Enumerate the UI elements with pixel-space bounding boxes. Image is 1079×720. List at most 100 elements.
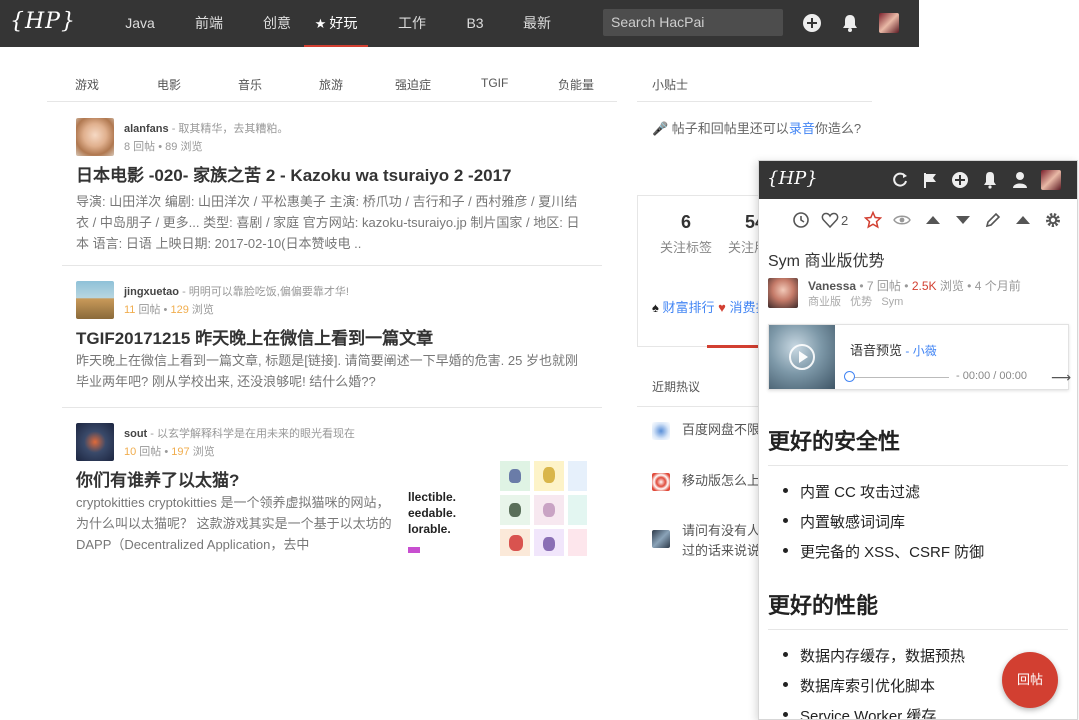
panel-article-title[interactable]: Sym 商业版优势 <box>768 247 884 271</box>
nav-fun[interactable]: ★ 好玩 <box>304 0 368 47</box>
plus-circle-icon[interactable] <box>951 171 969 189</box>
reply-count: 11 <box>124 304 136 316</box>
audio-by-prefix: - <box>902 344 913 358</box>
article-item[interactable]: jingxuetao - 明明可以靠脸吃饭,偏偏要靠才华! 11 回帖 • 12… <box>62 281 602 401</box>
reply-label: 回帖 • <box>136 446 172 458</box>
nav-frontend[interactable]: 前端 <box>187 0 231 47</box>
kitty-icon <box>543 503 555 517</box>
kitty-icon <box>509 469 521 483</box>
tab-music[interactable]: 音乐 <box>238 76 262 93</box>
tab-movies[interactable]: 电影 <box>157 76 181 93</box>
view-label: 浏览 <box>936 279 964 293</box>
user-admin-icon[interactable] <box>1011 171 1029 189</box>
meta-separator: • <box>856 279 867 293</box>
star-icon[interactable] <box>864 211 882 229</box>
author-name[interactable]: Vanessa <box>808 279 856 293</box>
audio-progress-knob[interactable] <box>844 371 855 382</box>
tip-text-before: 🎤 帖子和回帖里还可以 <box>652 121 789 136</box>
arrow-right-icon[interactable]: ⟶ <box>1051 369 1071 386</box>
tab-negative[interactable]: 负能量 <box>558 76 594 93</box>
star-icon: ★ <box>314 16 327 31</box>
downvote-icon[interactable] <box>954 211 972 229</box>
record-audio-link[interactable]: 录音 <box>789 121 815 136</box>
tab-ocd[interactable]: 强迫症 <box>395 76 431 93</box>
sticky-up-icon[interactable] <box>1014 211 1032 229</box>
article-counts: 11 回帖 • 129 浏览 <box>124 301 214 317</box>
view-count: 2.5K <box>911 279 937 293</box>
nav-latest[interactable]: 最新 <box>515 0 559 47</box>
author-avatar[interactable] <box>76 118 114 156</box>
post-time: 4 个月前 <box>974 279 1021 293</box>
kitty-tile <box>568 495 587 525</box>
thumbnail-line: llectible. <box>408 490 457 504</box>
nav-b3[interactable]: B3 <box>453 0 497 47</box>
reply-button[interactable]: 回帖 <box>1002 652 1058 708</box>
audio-player: 语音预览 - 小薇 - 00:00 / 00:00 ⟶ <box>768 324 1071 390</box>
kitty-icon <box>509 535 523 551</box>
play-icon[interactable] <box>789 344 815 370</box>
bell-icon[interactable] <box>840 13 860 33</box>
heading-performance: 更好的性能 <box>768 588 1068 630</box>
author-avatar[interactable] <box>76 281 114 319</box>
reply-count: 7 回帖 <box>866 279 901 293</box>
tab-travel[interactable]: 旅游 <box>319 76 343 93</box>
audio-cover <box>769 325 835 389</box>
audio-title: 语音预览 - 小薇 <box>850 340 937 359</box>
article-title[interactable]: 你们有谁养了以太猫? <box>76 466 239 491</box>
article-thumbnail[interactable]: llectible. eedable. lorable. <box>406 461 587 556</box>
reply-label: 回帖 • <box>135 304 171 316</box>
audio-progress-track[interactable] <box>849 377 949 378</box>
author-name[interactable]: alanfans <box>124 123 169 135</box>
upvote-icon[interactable] <box>924 211 942 229</box>
user-avatar[interactable] <box>1041 170 1061 190</box>
nav-creative[interactable]: 创意 <box>255 0 299 47</box>
nav-work[interactable]: 工作 <box>390 0 434 47</box>
user-avatar[interactable] <box>879 13 899 33</box>
nav-java[interactable]: Java <box>118 0 162 47</box>
search-input[interactable]: Search HacPai <box>603 9 783 36</box>
wealth-rank-link[interactable]: 财富排行 <box>663 300 715 315</box>
article-preview-panel: {HP} 2 Sym 商业版优势 Vanessa • 7 回帖 • 2.5K 浏… <box>758 160 1078 720</box>
tip-text: 🎤 帖子和回帖里还可以录音你造么? <box>652 118 862 139</box>
followed-tags-count[interactable]: 6 <box>681 212 691 233</box>
hot-title: 近期热议 <box>652 380 701 394</box>
plus-circle-icon[interactable] <box>802 13 822 33</box>
tab-games[interactable]: 游戏 <box>75 76 99 93</box>
hot-header: 近期热议 <box>637 367 758 407</box>
tag-list[interactable]: 商业版 优势 Sym <box>808 293 903 309</box>
bell-icon[interactable] <box>981 171 999 189</box>
target-icon <box>652 472 670 491</box>
refresh-icon[interactable] <box>891 171 909 189</box>
history-icon[interactable] <box>792 211 810 229</box>
site-logo[interactable]: {HP} <box>10 9 76 34</box>
list-item: 更完备的 XSS、CSRF 防御 <box>782 541 984 562</box>
author-name[interactable]: sout <box>124 428 147 440</box>
article-title[interactable]: 日本电影 -020- 家族之苦 2 - Kazoku wa tsuraiyo 2… <box>76 161 512 186</box>
author-avatar[interactable] <box>76 423 114 461</box>
reply-count: 10 <box>124 446 137 458</box>
gear-icon[interactable] <box>1044 211 1062 229</box>
nav-fun-label: 好玩 <box>329 15 358 31</box>
author-name[interactable]: jingxuetao <box>124 286 179 298</box>
list-item: Service Worker 缓存 <box>782 705 936 719</box>
article-counts: 10 回帖 • 197 浏览 <box>124 443 215 459</box>
audio-author-link[interactable]: 小薇 <box>913 344 937 358</box>
flag-icon[interactable] <box>921 171 939 189</box>
eye-icon[interactable] <box>893 211 911 229</box>
tips-title: 小贴士 <box>652 78 689 92</box>
audio-title-label: 语音预览 <box>850 343 903 358</box>
tab-tgif[interactable]: TGIF <box>481 76 508 90</box>
kitty-tile <box>568 461 587 491</box>
view-label: 浏览 <box>189 446 215 458</box>
article-abstract: 导演: 山田洋次 编剧: 山田洋次 / 平松惠美子 主演: 桥爪功 / 吉行和子… <box>76 194 580 251</box>
article-counts: 8 回帖 • 89 浏览 <box>124 138 202 154</box>
article-item[interactable]: alanfans - 取其精华，去其糟粕。 8 回帖 • 89 浏览 日本电影 … <box>62 118 602 258</box>
thumbnail-line: eedable. <box>408 506 457 520</box>
thumbnail-line: lorable. <box>408 522 451 536</box>
article-title[interactable]: TGIF20171215 昨天晚上在微信上看到一篇文章 <box>76 324 433 349</box>
panel-logo[interactable]: {HP} <box>767 168 818 189</box>
edit-icon[interactable] <box>984 211 1002 229</box>
author-avatar[interactable] <box>768 278 798 308</box>
heart-icon[interactable] <box>821 211 839 229</box>
avatar-icon <box>652 530 670 548</box>
